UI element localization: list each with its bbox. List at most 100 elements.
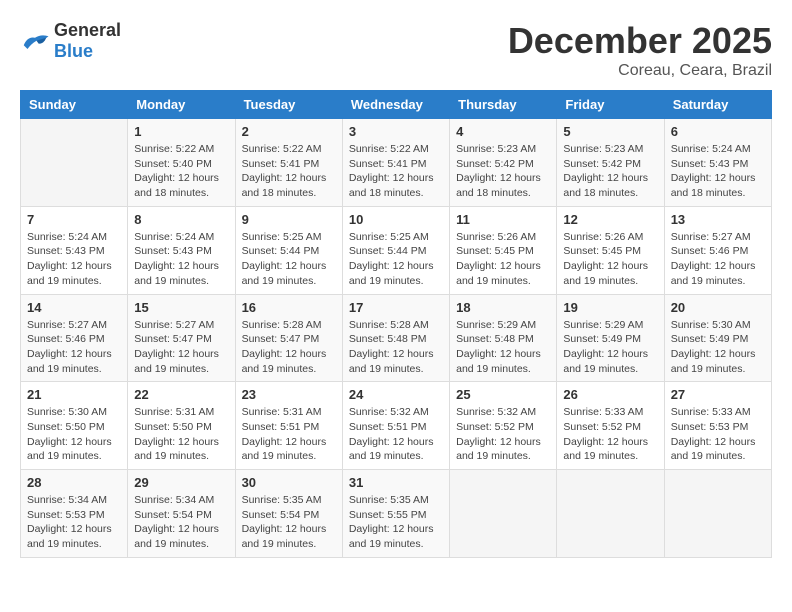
calendar-cell: 5 Sunrise: 5:23 AM Sunset: 5:42 PM Daylig… <box>557 119 664 207</box>
calendar-header-row: SundayMondayTuesdayWednesdayThursdayFrid… <box>21 91 772 119</box>
calendar-week-row: 21 Sunrise: 5:30 AM Sunset: 5:50 PM Dayli… <box>21 382 772 470</box>
day-number: 5 <box>563 124 657 139</box>
calendar-cell: 27 Sunrise: 5:33 AM Sunset: 5:53 PM Dayli… <box>664 382 771 470</box>
calendar-cell: 2 Sunrise: 5:22 AM Sunset: 5:41 PM Daylig… <box>235 119 342 207</box>
day-number: 28 <box>27 475 121 490</box>
day-number: 11 <box>456 212 550 227</box>
calendar-cell: 18Sunrise: 5:29 AM Sunset: 5:48 PM Dayli… <box>450 294 557 382</box>
day-number: 23 <box>242 387 336 402</box>
day-info: Sunrise: 5:26 AM Sunset: 5:45 PM Dayligh… <box>456 230 550 289</box>
calendar-header-saturday: Saturday <box>664 91 771 119</box>
day-info: Sunrise: 5:35 AM Sunset: 5:55 PM Dayligh… <box>349 493 443 552</box>
day-info: Sunrise: 5:24 AM Sunset: 5:43 PM Dayligh… <box>27 230 121 289</box>
day-number: 12 <box>563 212 657 227</box>
day-number: 2 <box>242 124 336 139</box>
day-info: Sunrise: 5:22 AM Sunset: 5:41 PM Dayligh… <box>242 142 336 201</box>
day-info: Sunrise: 5:30 AM Sunset: 5:49 PM Dayligh… <box>671 318 765 377</box>
day-info: Sunrise: 5:33 AM Sunset: 5:52 PM Dayligh… <box>563 405 657 464</box>
calendar-week-row: 14 Sunrise: 5:27 AM Sunset: 5:46 PM Dayli… <box>21 294 772 382</box>
logo-bird-icon <box>20 29 50 54</box>
day-number: 7 <box>27 212 121 227</box>
day-info: Sunrise: 5:27 AM Sunset: 5:46 PM Dayligh… <box>27 318 121 377</box>
day-info: Sunrise: 5:31 AM Sunset: 5:51 PM Dayligh… <box>242 405 336 464</box>
calendar-cell: 31Sunrise: 5:35 AM Sunset: 5:55 PM Dayli… <box>342 470 449 558</box>
calendar-header-wednesday: Wednesday <box>342 91 449 119</box>
day-info: Sunrise: 5:31 AM Sunset: 5:50 PM Dayligh… <box>134 405 228 464</box>
day-info: Sunrise: 5:35 AM Sunset: 5:54 PM Dayligh… <box>242 493 336 552</box>
day-number: 13 <box>671 212 765 227</box>
day-info: Sunrise: 5:25 AM Sunset: 5:44 PM Dayligh… <box>349 230 443 289</box>
logo-text: General Blue <box>54 20 121 62</box>
day-number: 27 <box>671 387 765 402</box>
calendar-cell: 13Sunrise: 5:27 AM Sunset: 5:46 PM Dayli… <box>664 206 771 294</box>
month-title: December 2025 <box>508 20 772 62</box>
day-info: Sunrise: 5:28 AM Sunset: 5:47 PM Dayligh… <box>242 318 336 377</box>
day-number: 29 <box>134 475 228 490</box>
day-number: 22 <box>134 387 228 402</box>
calendar-cell: 1 Sunrise: 5:22 AM Sunset: 5:40 PM Daylig… <box>128 119 235 207</box>
calendar-table: SundayMondayTuesdayWednesdayThursdayFrid… <box>20 90 772 558</box>
calendar-cell: 9Sunrise: 5:25 AM Sunset: 5:44 PM Daylig… <box>235 206 342 294</box>
calendar-cell: 6 Sunrise: 5:24 AM Sunset: 5:43 PM Daylig… <box>664 119 771 207</box>
calendar-cell: 24 Sunrise: 5:32 AM Sunset: 5:51 PM Dayli… <box>342 382 449 470</box>
calendar-cell: 4Sunrise: 5:23 AM Sunset: 5:42 PM Daylig… <box>450 119 557 207</box>
day-number: 3 <box>349 124 443 139</box>
logo-blue: Blue <box>54 41 93 61</box>
day-info: Sunrise: 5:25 AM Sunset: 5:44 PM Dayligh… <box>242 230 336 289</box>
day-number: 21 <box>27 387 121 402</box>
day-number: 1 <box>134 124 228 139</box>
calendar-cell: 10Sunrise: 5:25 AM Sunset: 5:44 PM Dayli… <box>342 206 449 294</box>
day-info: Sunrise: 5:23 AM Sunset: 5:42 PM Dayligh… <box>563 142 657 201</box>
day-info: Sunrise: 5:32 AM Sunset: 5:52 PM Dayligh… <box>456 405 550 464</box>
calendar-cell: 30 Sunrise: 5:35 AM Sunset: 5:54 PM Dayli… <box>235 470 342 558</box>
calendar-cell <box>557 470 664 558</box>
calendar-cell <box>664 470 771 558</box>
calendar-header-monday: Monday <box>128 91 235 119</box>
calendar-week-row: 1 Sunrise: 5:22 AM Sunset: 5:40 PM Daylig… <box>21 119 772 207</box>
day-info: Sunrise: 5:33 AM Sunset: 5:53 PM Dayligh… <box>671 405 765 464</box>
day-number: 15 <box>134 300 228 315</box>
day-info: Sunrise: 5:34 AM Sunset: 5:54 PM Dayligh… <box>134 493 228 552</box>
day-info: Sunrise: 5:30 AM Sunset: 5:50 PM Dayligh… <box>27 405 121 464</box>
calendar-header-tuesday: Tuesday <box>235 91 342 119</box>
calendar-cell: 20Sunrise: 5:30 AM Sunset: 5:49 PM Dayli… <box>664 294 771 382</box>
calendar-cell: 25 Sunrise: 5:32 AM Sunset: 5:52 PM Dayli… <box>450 382 557 470</box>
day-number: 19 <box>563 300 657 315</box>
day-info: Sunrise: 5:22 AM Sunset: 5:40 PM Dayligh… <box>134 142 228 201</box>
calendar-cell: 14 Sunrise: 5:27 AM Sunset: 5:46 PM Dayli… <box>21 294 128 382</box>
day-number: 17 <box>349 300 443 315</box>
day-number: 24 <box>349 387 443 402</box>
calendar-cell <box>450 470 557 558</box>
day-info: Sunrise: 5:34 AM Sunset: 5:53 PM Dayligh… <box>27 493 121 552</box>
day-info: Sunrise: 5:23 AM Sunset: 5:42 PM Dayligh… <box>456 142 550 201</box>
calendar-cell: 11 Sunrise: 5:26 AM Sunset: 5:45 PM Dayli… <box>450 206 557 294</box>
calendar-header-friday: Friday <box>557 91 664 119</box>
day-number: 30 <box>242 475 336 490</box>
calendar-cell: 16 Sunrise: 5:28 AM Sunset: 5:47 PM Dayli… <box>235 294 342 382</box>
day-number: 16 <box>242 300 336 315</box>
day-info: Sunrise: 5:32 AM Sunset: 5:51 PM Dayligh… <box>349 405 443 464</box>
day-info: Sunrise: 5:27 AM Sunset: 5:47 PM Dayligh… <box>134 318 228 377</box>
day-number: 26 <box>563 387 657 402</box>
day-info: Sunrise: 5:29 AM Sunset: 5:48 PM Dayligh… <box>456 318 550 377</box>
calendar-cell: 7 Sunrise: 5:24 AM Sunset: 5:43 PM Daylig… <box>21 206 128 294</box>
day-info: Sunrise: 5:29 AM Sunset: 5:49 PM Dayligh… <box>563 318 657 377</box>
day-info: Sunrise: 5:24 AM Sunset: 5:43 PM Dayligh… <box>134 230 228 289</box>
logo: General Blue <box>20 20 121 62</box>
calendar-week-row: 7 Sunrise: 5:24 AM Sunset: 5:43 PM Daylig… <box>21 206 772 294</box>
day-info: Sunrise: 5:24 AM Sunset: 5:43 PM Dayligh… <box>671 142 765 201</box>
day-number: 14 <box>27 300 121 315</box>
calendar-header-sunday: Sunday <box>21 91 128 119</box>
day-info: Sunrise: 5:22 AM Sunset: 5:41 PM Dayligh… <box>349 142 443 201</box>
calendar-cell: 23 Sunrise: 5:31 AM Sunset: 5:51 PM Dayli… <box>235 382 342 470</box>
title-block: December 2025 Coreau, Ceara, Brazil <box>508 20 772 80</box>
calendar-header-thursday: Thursday <box>450 91 557 119</box>
day-number: 8 <box>134 212 228 227</box>
calendar-cell: 15 Sunrise: 5:27 AM Sunset: 5:47 PM Dayli… <box>128 294 235 382</box>
calendar-cell: 8 Sunrise: 5:24 AM Sunset: 5:43 PM Daylig… <box>128 206 235 294</box>
day-info: Sunrise: 5:26 AM Sunset: 5:45 PM Dayligh… <box>563 230 657 289</box>
day-info: Sunrise: 5:28 AM Sunset: 5:48 PM Dayligh… <box>349 318 443 377</box>
day-number: 25 <box>456 387 550 402</box>
day-number: 6 <box>671 124 765 139</box>
page-header: General Blue December 2025 Coreau, Ceara… <box>20 20 772 80</box>
